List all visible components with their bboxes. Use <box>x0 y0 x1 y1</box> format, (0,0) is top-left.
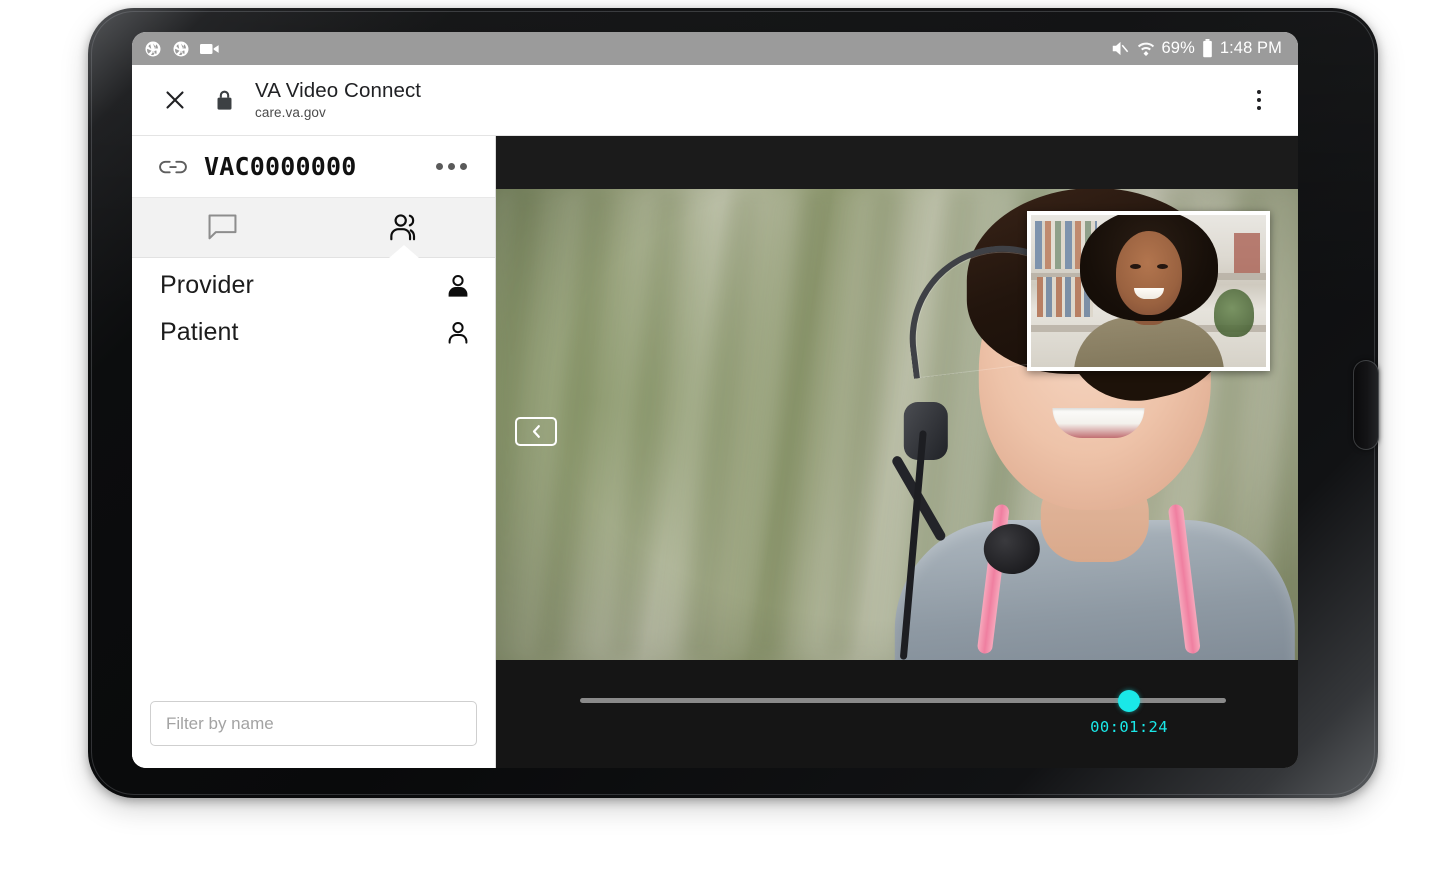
participant-name: Patient <box>160 318 239 346</box>
slider-thumb[interactable] <box>1118 689 1141 712</box>
tab-participants[interactable] <box>314 198 496 258</box>
wifi-icon <box>1137 42 1154 56</box>
status-bar-left-icons <box>144 40 220 58</box>
pip-smile <box>1133 288 1164 299</box>
battery-percent-label: 69% <box>1161 39 1195 57</box>
list-item[interactable]: Provider <box>132 262 495 309</box>
self-video-feed[interactable] <box>1027 211 1270 371</box>
video-progress-slider[interactable] <box>580 689 1226 712</box>
provider-video-feed[interactable] <box>496 189 1298 660</box>
app-body: VAC0000000 Provider Patient Filter by na… <box>132 136 1298 768</box>
chat-bubble-icon <box>208 214 237 240</box>
browser-menu-button[interactable] <box>1242 83 1276 117</box>
more-vertical-icon <box>1256 89 1262 95</box>
video-camera-icon <box>200 43 219 54</box>
pip-person-face <box>1115 231 1182 315</box>
lock-icon <box>217 90 232 110</box>
more-horizontal-icon <box>436 163 443 170</box>
browser-top-bar: VA Video Connect care.va.gov <box>132 65 1298 136</box>
pip-eye-right <box>1156 264 1168 269</box>
camera-shutter-icon <box>173 41 189 56</box>
filter-container <box>132 687 495 768</box>
battery-icon <box>1203 39 1212 58</box>
page-url: care.va.gov <box>255 104 326 120</box>
list-item[interactable]: Patient <box>132 309 495 356</box>
tablet-screen: 69% 1:48 PM VA Video Connect care.va.gov… <box>132 32 1298 768</box>
site-identity: VA Video Connect care.va.gov <box>255 78 422 120</box>
person-filled-icon <box>447 274 469 298</box>
chevron-left-icon <box>532 425 540 438</box>
collapse-sidebar-button[interactable] <box>515 417 557 446</box>
page-title: VA Video Connect <box>255 78 422 102</box>
video-stage: 00:01:24 <box>496 136 1298 768</box>
video-letterbox-top <box>496 136 1298 189</box>
video-controls-bar: 00:01:24 <box>496 660 1298 768</box>
tablet-device: 69% 1:48 PM VA Video Connect care.va.gov… <box>88 8 1379 798</box>
pip-decor <box>1234 233 1260 273</box>
elapsed-time-label: 00:01:24 <box>1090 718 1169 736</box>
pip-eye-left <box>1129 264 1141 269</box>
person-outline-icon <box>447 321 469 345</box>
status-bar-right-icons: 69% 1:48 PM <box>1111 39 1282 58</box>
close-icon <box>166 91 184 109</box>
link-icon[interactable] <box>158 158 188 176</box>
more-vertical-icon <box>1256 105 1262 111</box>
meeting-options-button[interactable] <box>430 157 473 176</box>
android-status-bar: 69% 1:48 PM <box>132 32 1298 65</box>
meeting-header: VAC0000000 <box>132 136 495 198</box>
smile <box>1052 408 1145 438</box>
more-horizontal-icon <box>448 163 455 170</box>
pip-plant <box>1214 289 1254 337</box>
sidebar-panel: VAC0000000 Provider Patient Filter by na… <box>132 136 496 768</box>
tab-chat[interactable] <box>132 198 314 257</box>
sidebar-tabs <box>132 198 495 258</box>
filter-by-name-input[interactable] <box>150 701 477 746</box>
power-button[interactable] <box>1353 360 1379 450</box>
clock-label: 1:48 PM <box>1219 39 1282 57</box>
more-horizontal-icon <box>460 163 467 170</box>
more-vertical-icon <box>1256 97 1262 103</box>
headset-microphone <box>983 524 1040 574</box>
meeting-id-label: VAC0000000 <box>204 152 357 181</box>
site-security-indicator[interactable] <box>216 90 233 111</box>
people-icon <box>390 214 416 241</box>
camera-shutter-icon <box>145 41 161 56</box>
participant-list: Provider Patient <box>132 258 495 687</box>
active-tab-indicator <box>389 245 420 258</box>
screenshot-root: 69% 1:48 PM VA Video Connect care.va.gov… <box>0 0 1430 878</box>
participant-name: Provider <box>160 271 254 299</box>
close-button[interactable] <box>158 83 192 117</box>
volume-mute-icon <box>1112 41 1128 56</box>
